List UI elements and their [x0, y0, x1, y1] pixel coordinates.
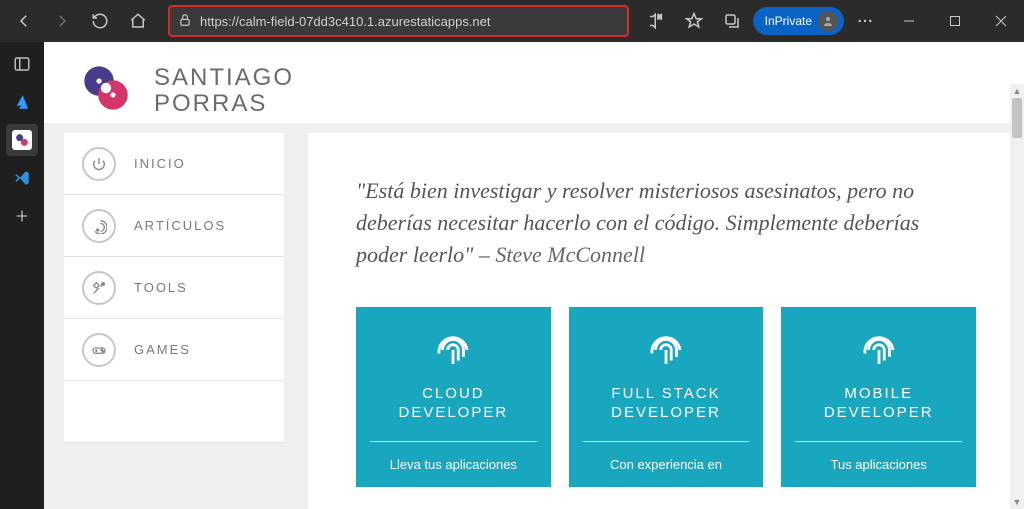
scroll-down-icon[interactable]: ▼: [1010, 495, 1024, 509]
address-bar[interactable]: https://calm-field-07dd3c410.1.azurestat…: [168, 5, 629, 37]
card-title-line1: MOBILE: [844, 385, 913, 402]
brand-line2: PORRAS: [154, 91, 294, 116]
profile-avatar-icon: [818, 11, 838, 31]
hero-quote: "Está bien investigar y resolver misteri…: [356, 175, 976, 271]
card-cloud-developer[interactable]: CLOUD DEVELOPER Lleva tus aplicaciones: [356, 307, 551, 487]
refresh-button[interactable]: [82, 3, 118, 39]
lock-icon: [178, 13, 192, 30]
card-fullstack-developer[interactable]: FULL STACK DEVELOPER Con experiencia en: [569, 307, 764, 487]
edge-sidebar: [0, 42, 44, 509]
gamepad-icon: [82, 333, 116, 367]
browser-titlebar: https://calm-field-07dd3c410.1.azurestat…: [0, 0, 1024, 42]
card-title-line1: FULL STACK: [611, 385, 720, 402]
more-button[interactable]: [848, 3, 882, 39]
card-mobile-developer[interactable]: MOBILE DEVELOPER Tus aplicaciones: [781, 307, 976, 487]
nav-label: GAMES: [134, 342, 191, 357]
card-desc: Lleva tus aplicaciones: [370, 456, 537, 474]
card-title-line2: DEVELOPER: [398, 404, 508, 421]
inprivate-label: InPrivate: [765, 14, 812, 28]
scroll-thumb[interactable]: [1012, 98, 1022, 138]
card-title-line2: DEVELOPER: [611, 404, 721, 421]
quote-author: Steve McConnell: [495, 242, 645, 267]
sidebar-add-button[interactable]: [6, 200, 38, 232]
brand-line1: SANTIAGO: [154, 65, 294, 90]
favorites-button[interactable]: [677, 3, 711, 39]
sidebar-tab-manager-icon[interactable]: [6, 48, 38, 80]
card-title-line2: DEVELOPER: [824, 404, 934, 421]
fingerprint-icon: [370, 329, 537, 376]
nav-item-games[interactable]: GAMES: [64, 319, 284, 381]
sidebar-vscode-icon[interactable]: [6, 162, 38, 194]
sidebar-azure-icon[interactable]: [6, 86, 38, 118]
nav-item-tools[interactable]: TOOLS: [64, 257, 284, 319]
nav-label: TOOLS: [134, 280, 188, 295]
collections-button[interactable]: [715, 3, 749, 39]
window-minimize-button[interactable]: [886, 0, 932, 42]
nav-label: ARTÍCULOS: [134, 218, 226, 233]
main-content: "Está bien investigar y resolver misteri…: [308, 133, 1024, 509]
inprivate-badge[interactable]: InPrivate: [753, 7, 844, 35]
tools-icon: [82, 271, 116, 305]
sidebar-site-favicon[interactable]: [6, 124, 38, 156]
forward-button[interactable]: [44, 3, 80, 39]
scroll-up-icon[interactable]: ▲: [1010, 84, 1024, 98]
back-button[interactable]: [6, 3, 42, 39]
nav-label: INICIO: [134, 156, 186, 171]
card-desc: Tus aplicaciones: [795, 456, 962, 474]
site-logo-icon: [80, 62, 132, 119]
svg-text:N: N: [657, 15, 661, 21]
nav-item-inicio[interactable]: INICIO: [64, 133, 284, 195]
read-aloud-button[interactable]: N: [639, 3, 673, 39]
card-desc: Con experiencia en: [583, 456, 750, 474]
window-close-button[interactable]: [978, 0, 1024, 42]
rss-icon: [82, 209, 116, 243]
site-header: SANTIAGO PORRAS: [44, 42, 1024, 123]
fingerprint-icon: [795, 329, 962, 376]
window-maximize-button[interactable]: [932, 0, 978, 42]
fingerprint-icon: [583, 329, 750, 376]
url-text: https://calm-field-07dd3c410.1.azurestat…: [200, 14, 491, 29]
nav-item-articulos[interactable]: ARTÍCULOS: [64, 195, 284, 257]
nav-item-empty: [64, 381, 284, 443]
site-side-nav: INICIO ARTÍCULOS TOOLS: [44, 133, 284, 509]
page-scrollbar[interactable]: ▲ ▼: [1010, 84, 1024, 509]
home-button[interactable]: [120, 3, 156, 39]
power-icon: [82, 147, 116, 181]
card-title-line1: CLOUD: [422, 385, 485, 402]
